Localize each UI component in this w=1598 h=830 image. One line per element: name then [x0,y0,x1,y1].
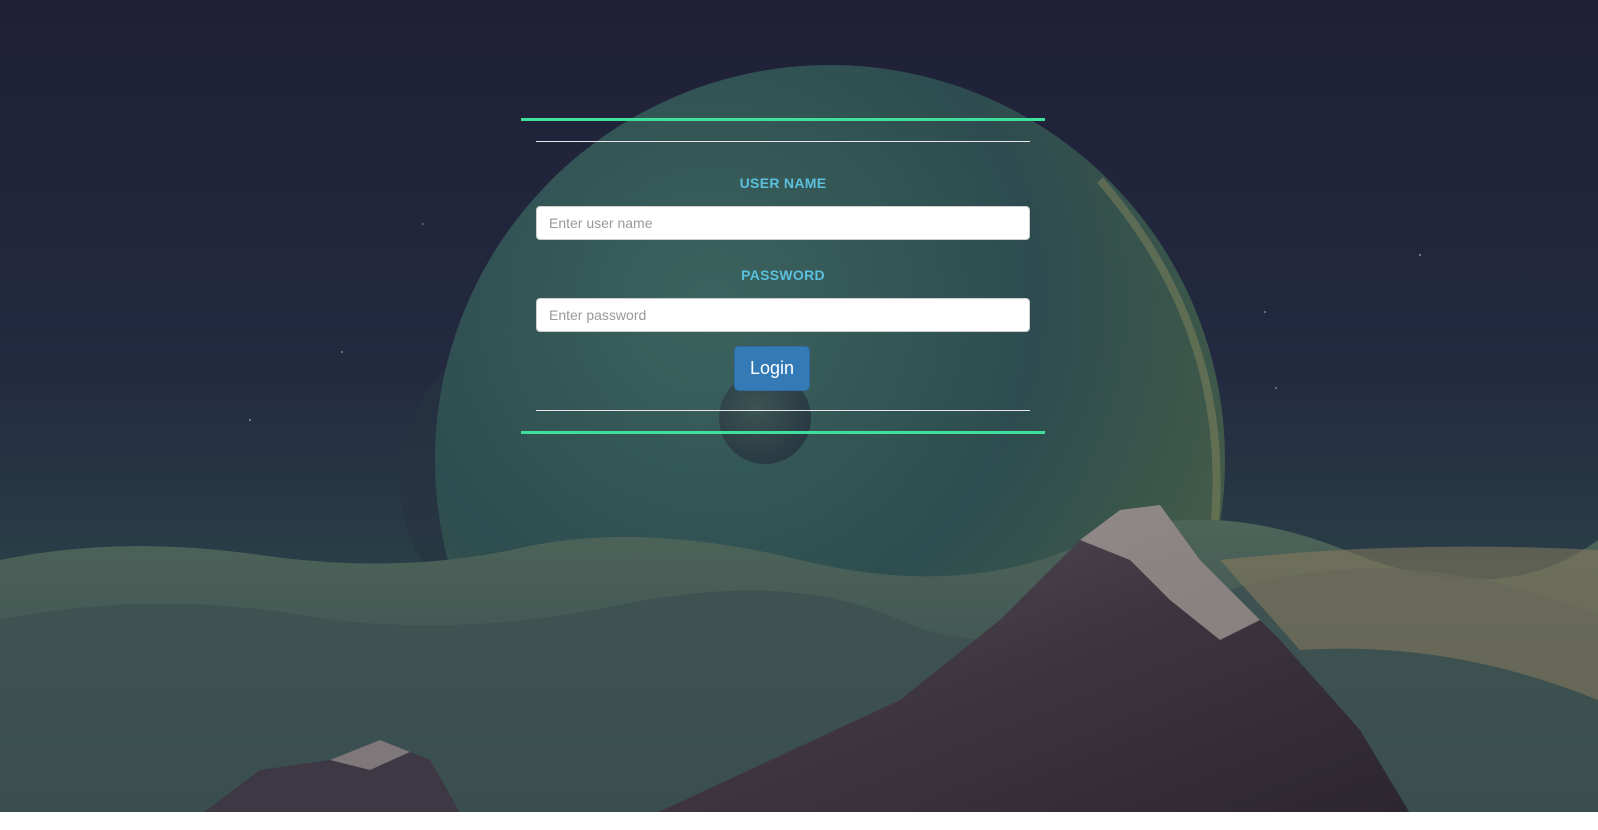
username-input[interactable] [536,206,1030,240]
accent-line-bottom [521,431,1045,434]
username-label: USER NAME [739,175,827,191]
divider-top [536,141,1030,142]
accent-line-top [521,118,1045,121]
divider-bottom [536,410,1030,411]
password-input[interactable] [536,298,1030,332]
page-bottom-strip [0,812,1598,830]
login-form: USER NAME PASSWORD Login [521,118,1045,435]
password-label: PASSWORD [741,267,825,283]
login-button[interactable]: Login [734,346,810,391]
